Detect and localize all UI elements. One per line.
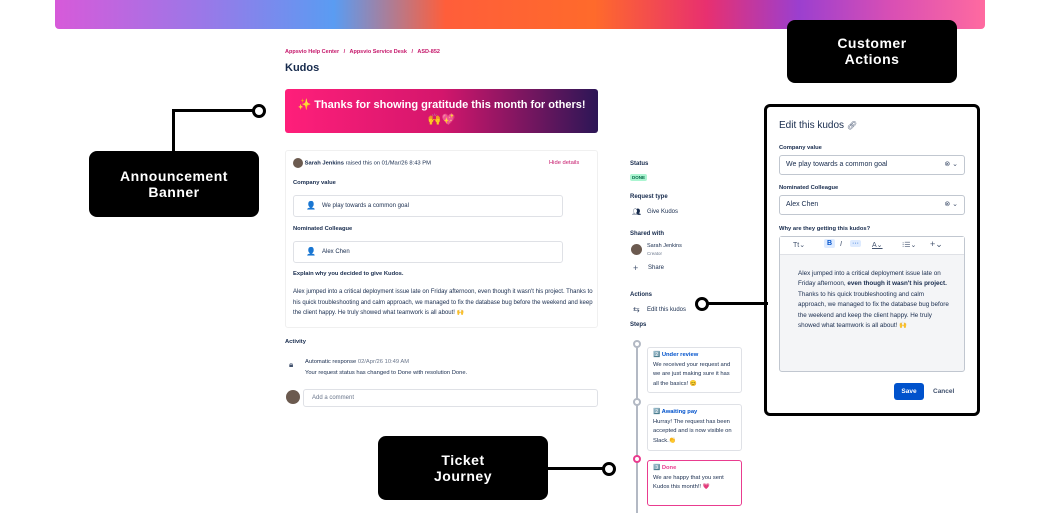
more-icon[interactable]: ··· bbox=[850, 240, 861, 247]
steps-label: Steps bbox=[630, 322, 647, 328]
author-name: Sarah Jenkins bbox=[304, 160, 344, 167]
save-button[interactable]: Save bbox=[894, 383, 924, 400]
person-icon: 👤 bbox=[306, 247, 316, 256]
colleague-select[interactable]: Alex Chen ⊗ ⌄ bbox=[779, 195, 965, 215]
editor-text-part: Thanks to his quick troubleshooting and … bbox=[798, 290, 949, 330]
step-text: We received your request and we are just… bbox=[653, 361, 731, 387]
bold-icon[interactable]: B bbox=[824, 239, 836, 248]
step-title: 2️⃣ Awaiting pay bbox=[653, 409, 698, 415]
step-card: 2️⃣ Awaiting pay Hurray! The request has… bbox=[647, 404, 742, 451]
clear-chevron-icon[interactable]: ⊗ ⌄ bbox=[944, 160, 958, 168]
breadcrumb-service-desk[interactable]: Appsvio Service Desk bbox=[349, 49, 406, 55]
colleague-selected: Alex Chen bbox=[786, 201, 819, 208]
modal-title: Edit this kudos 🔗︎ bbox=[779, 120, 857, 131]
activity-title: Automatic response bbox=[305, 359, 357, 365]
request-header: Sarah Jenkins raised this on 01/Mar/26 8… bbox=[293, 158, 431, 168]
editor-toolbar: Tt⌄ B I ··· A⌄ ⁝☰⌄ +⌄ bbox=[780, 237, 964, 255]
why-label: Why are they getting this kudos? bbox=[779, 226, 871, 232]
breadcrumb-sep: / bbox=[411, 49, 414, 55]
shared-with-label: Shared with bbox=[630, 231, 665, 237]
edit-kudos-action[interactable]: Edit this kudos bbox=[647, 307, 686, 313]
rich-text-editor[interactable]: Tt⌄ B I ··· A⌄ ⁝☰⌄ +⌄ Alex jumped into a… bbox=[779, 236, 965, 372]
breadcrumb-sep: / bbox=[343, 49, 346, 55]
comment-input[interactable]: Add a comment bbox=[303, 389, 598, 407]
callout-anchor-dot bbox=[602, 462, 616, 476]
activity-entry: Automatic response 02/Apr/26 10:49 AM bbox=[305, 359, 409, 365]
raised-text: raised this on 01/Mar/26 8:43 PM bbox=[345, 160, 431, 167]
list-icon[interactable]: ⁝☰⌄ bbox=[902, 241, 916, 249]
page-title: Kudos bbox=[285, 62, 320, 74]
company-value-select[interactable]: We play towards a common goal ⊗ ⌄ bbox=[779, 155, 965, 175]
callout-ticket-journey: Ticket Journey bbox=[378, 436, 548, 500]
step-title: 2️⃣ Under review bbox=[653, 352, 699, 358]
text-color-icon[interactable]: A⌄ bbox=[872, 241, 883, 249]
request-type-label: Request type bbox=[630, 194, 668, 200]
avatar bbox=[293, 158, 303, 168]
banner-text: ✨ Thanks for showing gratitude this mont… bbox=[297, 99, 586, 111]
step-card-active: 3️⃣ Done We are happy that you sent Kudo… bbox=[647, 460, 742, 506]
callout-connector bbox=[546, 467, 604, 470]
swap-icon: ⇆ bbox=[633, 305, 640, 314]
breadcrumb: Appsvio Help Center / Appsvio Service De… bbox=[285, 49, 443, 55]
explain-label: Explain why you decided to give Kudos. bbox=[293, 271, 404, 277]
activity-text: Your request status has changed to Done … bbox=[305, 370, 468, 376]
share-button[interactable]: Share bbox=[648, 265, 664, 271]
explain-text: Alex jumped into a critical deployment i… bbox=[293, 289, 593, 316]
status-badge: DONE bbox=[630, 174, 648, 181]
person-icon: 👤 bbox=[306, 201, 316, 210]
shared-name: Sarah Jenkins bbox=[647, 243, 682, 249]
timeline-dot bbox=[633, 398, 641, 406]
breadcrumb-help-center[interactable]: Appsvio Help Center bbox=[285, 49, 339, 55]
people-icon: 👥︎ bbox=[632, 209, 641, 216]
modal-company-value-label: Company value bbox=[779, 145, 822, 151]
avatar bbox=[286, 390, 300, 404]
activity-label: Activity bbox=[285, 339, 306, 345]
callout-announcement-banner: Announcement Banner bbox=[89, 151, 259, 217]
company-value-selected: We play towards a common goal bbox=[786, 161, 888, 168]
request-type-value: Give Kudos bbox=[647, 209, 679, 215]
colleague-label: Nominated Colleague bbox=[293, 226, 353, 232]
stage: Appsvio Help Center / Appsvio Service De… bbox=[0, 0, 1040, 520]
plus-icon[interactable]: + bbox=[633, 263, 638, 273]
colleague-text: Alex Chen bbox=[322, 249, 350, 255]
status-label: Status bbox=[630, 161, 649, 167]
cancel-button[interactable]: Cancel bbox=[933, 388, 954, 395]
breadcrumb-ticket[interactable]: ASD-852 bbox=[417, 49, 440, 55]
lock-icon: 🔒︎ bbox=[289, 360, 294, 369]
company-value-field: 👤 We play towards a common goal bbox=[293, 195, 563, 217]
insert-plus-icon[interactable]: +⌄ bbox=[930, 239, 943, 250]
callout-anchor-dot bbox=[695, 297, 709, 311]
shared-role: Creator bbox=[647, 251, 663, 256]
step-text: We are happy that you sent Kudos this mo… bbox=[653, 474, 724, 491]
company-value-label: Company value bbox=[293, 180, 336, 186]
announcement-banner: ✨ Thanks for showing gratitude this mont… bbox=[285, 89, 598, 133]
step-text: Hurray! The request has been accepted an… bbox=[653, 418, 732, 444]
callout-connector bbox=[172, 109, 254, 112]
modal-title-text: Edit this kudos bbox=[779, 120, 845, 131]
timeline-dot bbox=[633, 455, 641, 463]
modal-colleague-label: Nominated Colleague bbox=[779, 185, 839, 191]
text-style-button[interactable]: Tt⌄ bbox=[793, 241, 805, 249]
timeline-dot bbox=[633, 340, 641, 348]
callout-connector bbox=[172, 110, 175, 152]
steps-timeline bbox=[636, 343, 638, 513]
editor-text[interactable]: Alex jumped into a critical deployment i… bbox=[798, 269, 950, 331]
italic-icon[interactable]: I bbox=[840, 241, 842, 248]
callout-customer-actions: Customer Actions bbox=[787, 20, 957, 83]
avatar bbox=[631, 244, 642, 255]
hide-details-link[interactable]: Hide details bbox=[549, 160, 579, 166]
callout-connector bbox=[708, 302, 768, 305]
banner-emoji: 🙌💖 bbox=[427, 114, 456, 126]
activity-time: 02/Apr/26 10:49 AM bbox=[357, 359, 410, 365]
company-value-text: We play towards a common goal bbox=[322, 203, 409, 209]
clear-chevron-icon[interactable]: ⊗ ⌄ bbox=[944, 200, 958, 208]
editor-text-bold: even though it wasn't his project. bbox=[847, 280, 947, 288]
actions-label: Actions bbox=[630, 292, 653, 298]
colleague-field: 👤 Alex Chen bbox=[293, 241, 563, 263]
step-card: 2️⃣ Under review We received your reques… bbox=[647, 347, 742, 393]
link-icon[interactable]: 🔗︎ bbox=[847, 121, 857, 130]
callout-anchor-dot bbox=[252, 104, 266, 118]
step-title: 3️⃣ Done bbox=[653, 465, 677, 471]
